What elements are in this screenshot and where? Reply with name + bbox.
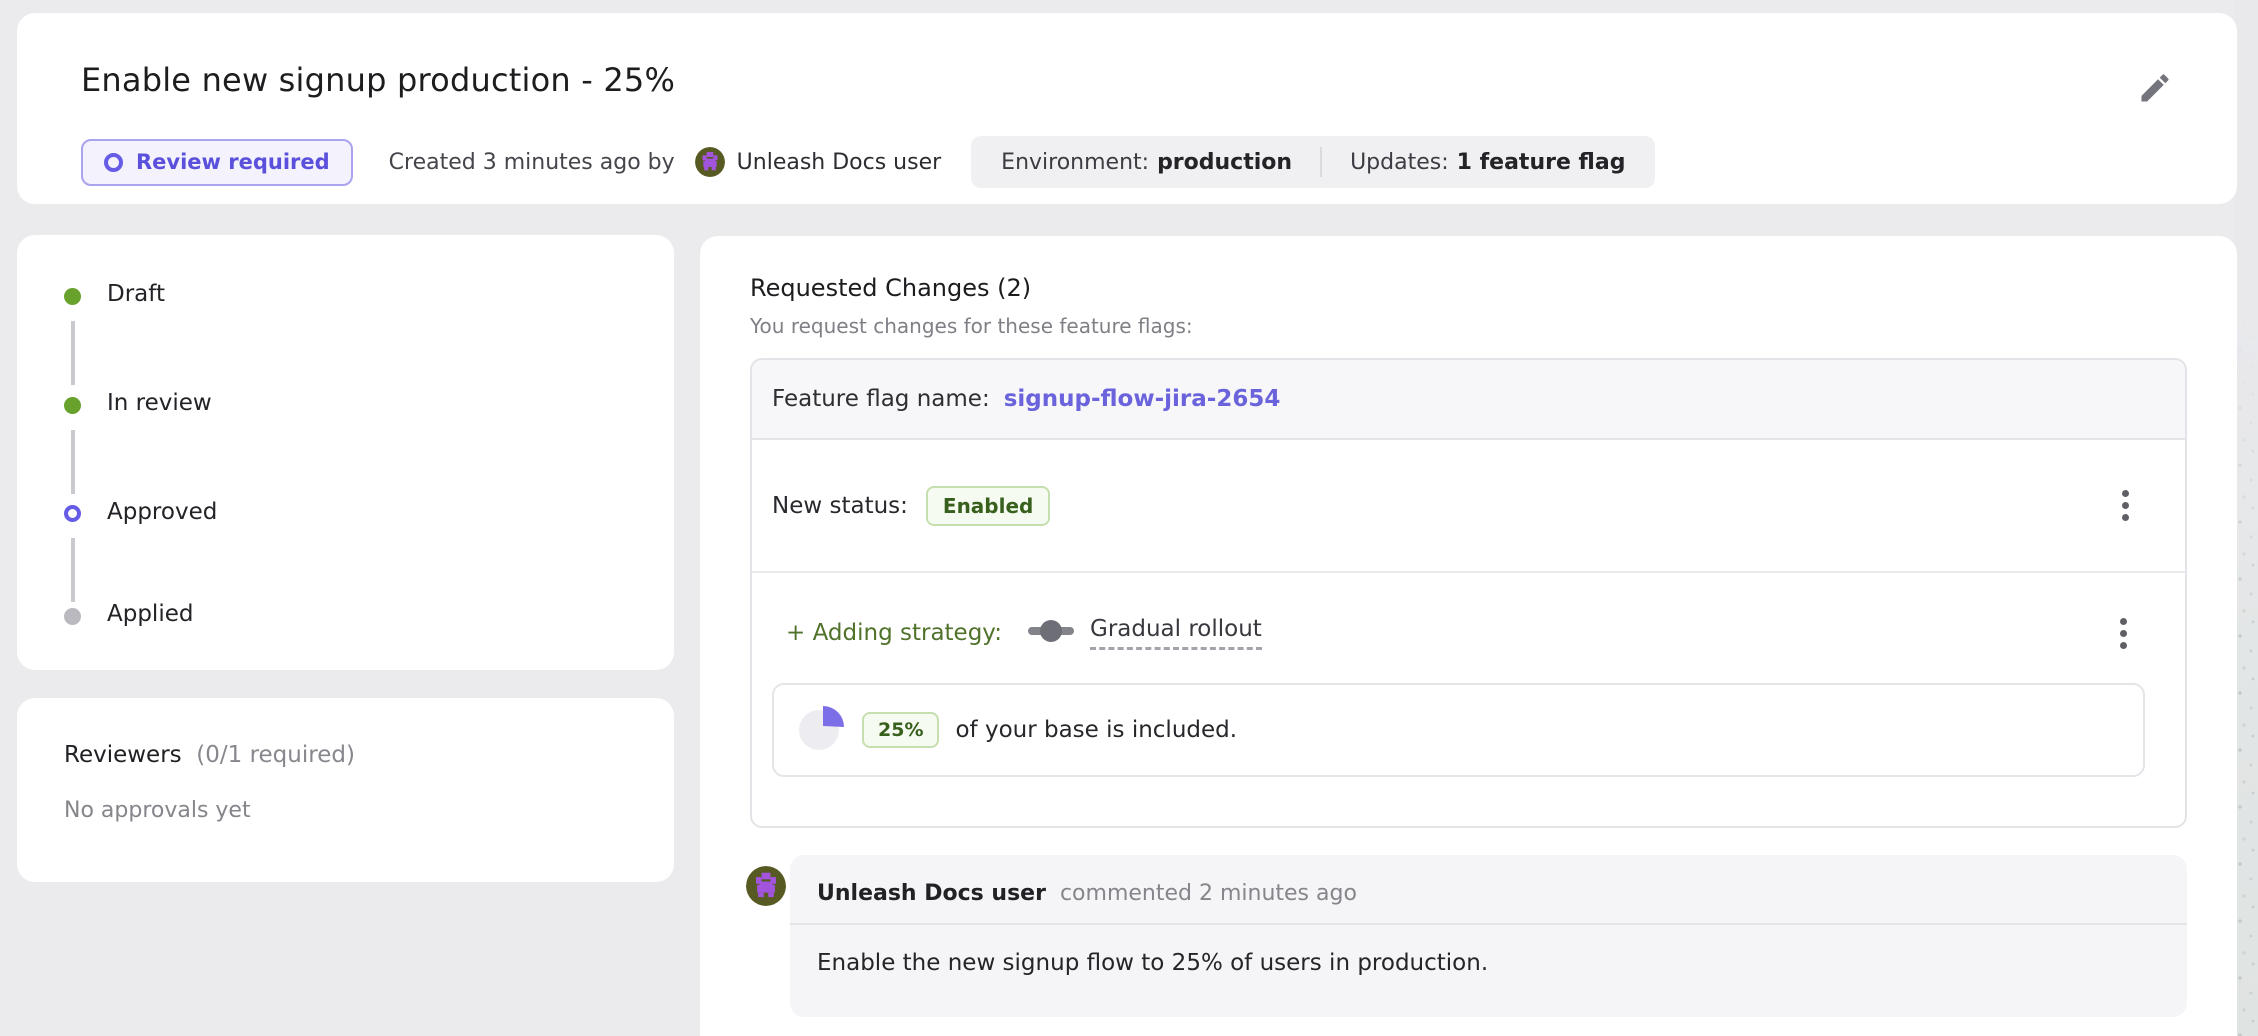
adding-strategy-label: + Adding strategy: [786, 620, 1002, 646]
author-name: Unleash Docs user [737, 150, 942, 175]
enabled-badge: Enabled [926, 486, 1050, 526]
gradual-rollout-slider-icon [1028, 618, 1074, 648]
environment-summary: Environment: production Updates: 1 featu… [971, 136, 1655, 188]
change-request-page: Enable new signup production - 25% Revie… [0, 0, 2258, 1036]
page-title: Enable new signup production - 25% [81, 61, 675, 99]
timeline-label-applied: Applied [107, 601, 193, 627]
review-status-badge: Review required [81, 139, 353, 186]
updates-value: 1 feature flag [1457, 150, 1626, 175]
flag-name-link[interactable]: signup-flow-jira-2654 [1004, 386, 1281, 412]
created-text: Created 3 minutes ago by [389, 150, 675, 175]
comment-author-name: Unleash Docs user [817, 881, 1046, 906]
new-status-label: New status: [772, 493, 908, 519]
reviewers-title: Reviewers (0/1 required) [64, 742, 355, 768]
timeline-dot-draft [64, 288, 81, 305]
author-avatar [695, 147, 725, 177]
adding-strategy-row: + Adding strategy: Gradual rollout [752, 573, 2185, 777]
review-status-label: Review required [136, 150, 330, 174]
kebab-menu-icon [2122, 490, 2129, 497]
new-status-row: New status: Enabled [752, 440, 2185, 573]
rollout-percentage-badge: 25% [862, 712, 939, 748]
feature-flag-change-card: Feature flag name: signup-flow-jira-2654… [750, 358, 2187, 828]
requested-changes-heading: Requested Changes (2) [750, 274, 1031, 302]
comment-header: Unleash Docs user commented 2 minutes ag… [790, 855, 2187, 906]
flag-name-row: Feature flag name: signup-flow-jira-2654 [752, 360, 2185, 440]
timeline-dot-approved [64, 505, 81, 522]
timeline-label-in-review: In review [107, 390, 212, 416]
comment-meta-text: commented 2 minutes ago [1060, 881, 1357, 906]
header-meta-row: Review required Created 3 minutes ago by… [81, 136, 1655, 188]
rollout-summary-box: 25% of your base is included. [772, 683, 2145, 777]
kebab-menu-icon [2120, 618, 2127, 625]
timeline-dot-applied [64, 608, 81, 625]
comment-card: Unleash Docs user commented 2 minutes ag… [790, 855, 2187, 1017]
background-texture-strip [2235, 0, 2258, 1036]
reviewers-requirement-text: (0/1 required) [196, 742, 355, 768]
strategy-row-menu-button[interactable] [2101, 611, 2145, 655]
edit-button[interactable] [2131, 65, 2179, 113]
timeline-connector [71, 538, 75, 602]
flag-name-label: Feature flag name: [772, 386, 990, 412]
timeline-connector [71, 321, 75, 385]
status-timeline-card: Draft In review Approved Applied [17, 235, 674, 670]
pencil-icon [2137, 94, 2173, 109]
timeline-label-approved: Approved [107, 499, 217, 525]
requested-changes-card: Requested Changes (2) You request change… [700, 236, 2237, 1036]
environment-value: production [1157, 150, 1292, 175]
status-row-menu-button[interactable] [2103, 484, 2147, 528]
timeline-dot-in-review [64, 397, 81, 414]
circle-outline-icon [104, 153, 123, 172]
comment-body: Enable the new signup flow to 25% of use… [790, 925, 2187, 1001]
divider [1320, 147, 1322, 177]
rollout-description: of your base is included. [955, 717, 1237, 743]
comment-meta [1053, 881, 1060, 906]
environment-label: Environment: [1001, 150, 1149, 175]
strategy-name[interactable]: Gradual rollout [1090, 616, 1262, 650]
pie-chart-icon [796, 703, 846, 757]
updates-label: Updates: [1350, 150, 1449, 175]
change-request-header: Enable new signup production - 25% Revie… [17, 13, 2237, 204]
reviewers-title-text: Reviewers [64, 742, 182, 768]
requested-changes-subheading: You request changes for these feature fl… [750, 314, 1193, 338]
no-approvals-text: No approvals yet [64, 798, 251, 823]
reviewers-card: Reviewers (0/1 required) No approvals ye… [17, 698, 674, 882]
comment-author-avatar [746, 866, 786, 906]
timeline-connector [71, 430, 75, 494]
timeline-label-draft: Draft [107, 281, 165, 307]
